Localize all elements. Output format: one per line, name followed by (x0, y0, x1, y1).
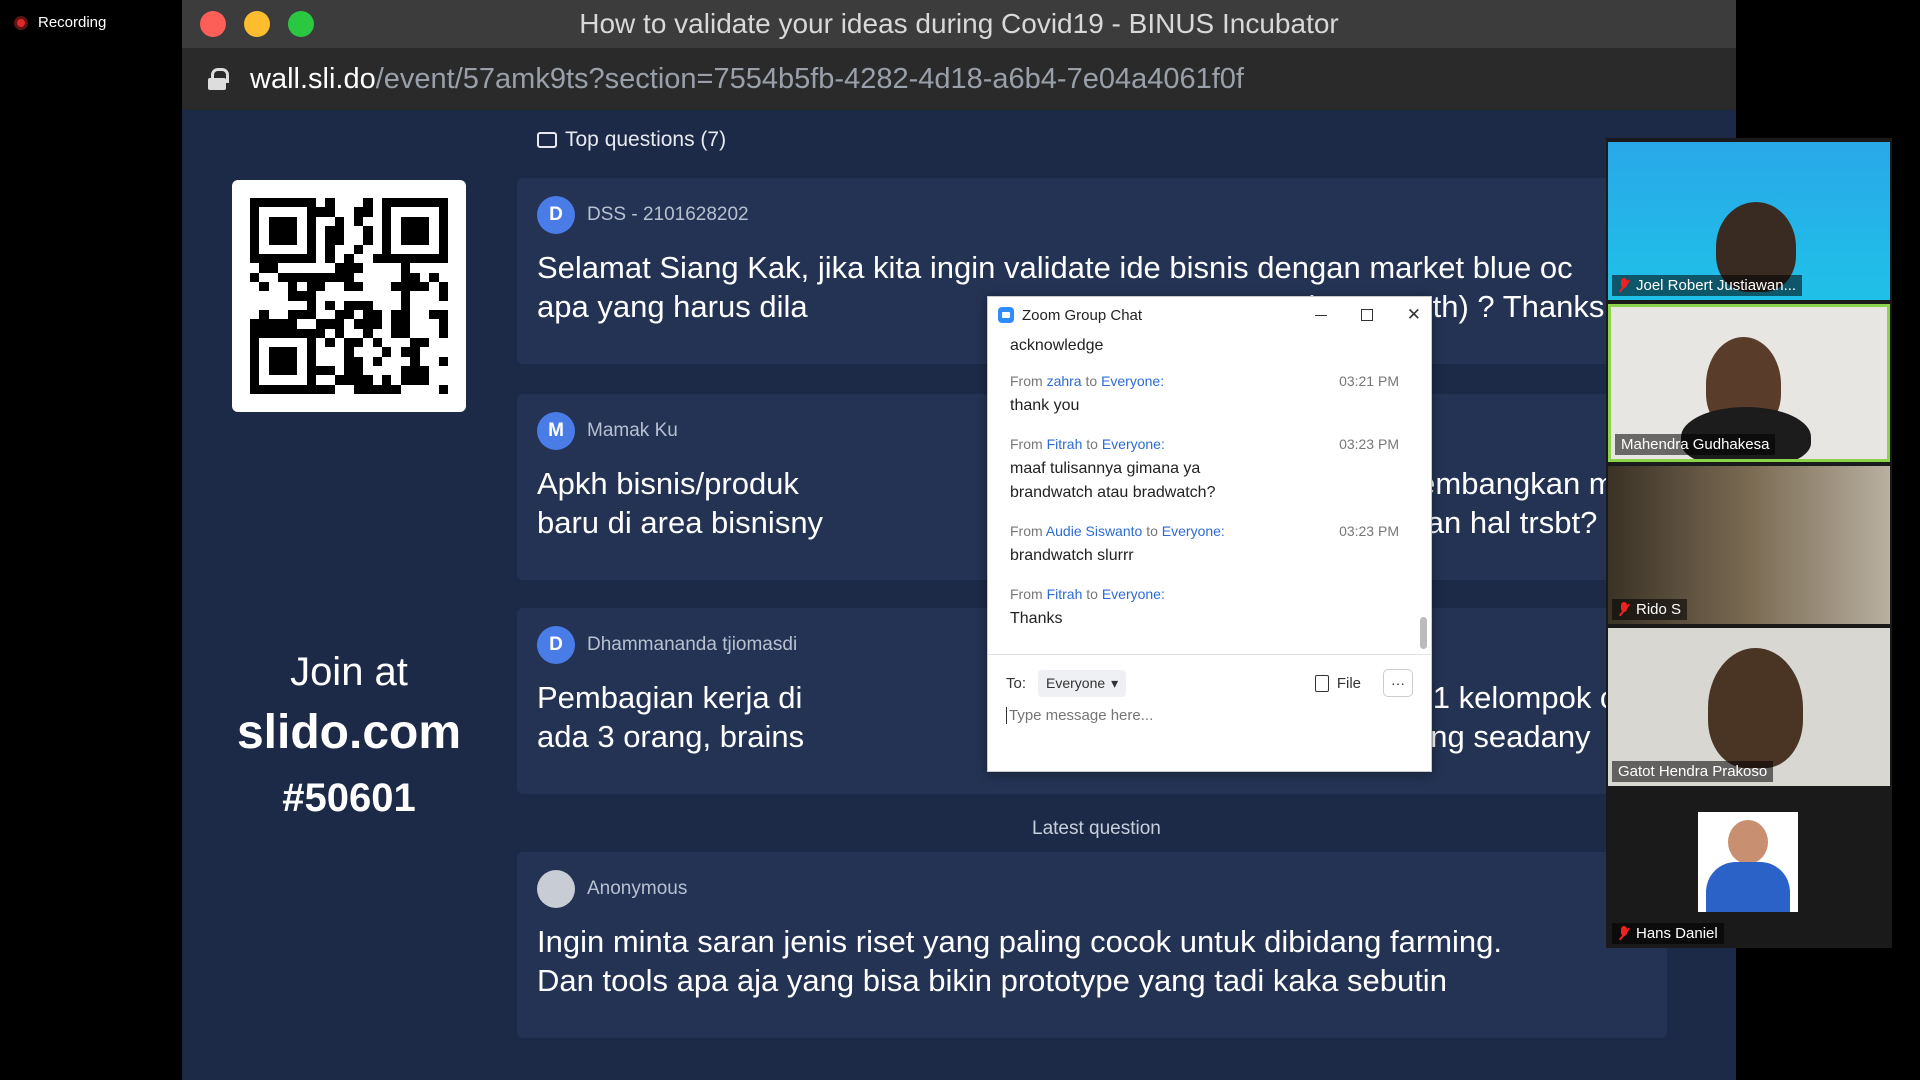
record-icon (14, 15, 28, 30)
recording-indicator[interactable]: Recording (14, 14, 106, 31)
qr-code (232, 180, 466, 412)
mic-muted-icon (1618, 278, 1630, 293)
zoom-logo-icon (998, 307, 1014, 323)
question-author: Anonymous (587, 878, 688, 899)
avatar: D (537, 626, 575, 664)
recipient-name[interactable]: Everyone: (1102, 436, 1165, 452)
participant-name: Joel Robert Justiawan... (1636, 277, 1797, 294)
message-text: maaf tulisannya gimana ya brandwatch ata… (1010, 460, 1216, 501)
chat-title: Zoom Group Chat (1022, 306, 1143, 324)
participant-name: Mahendra Gudhakesa (1621, 436, 1770, 453)
participant-tile[interactable]: Joel Robert Justiawan... (1608, 142, 1890, 300)
chevron-down-icon: ▾ (1111, 674, 1119, 691)
more-options-button[interactable]: ··· (1383, 669, 1413, 697)
maximize-icon[interactable] (1360, 309, 1373, 321)
avatar: D (537, 196, 575, 234)
recipient-row: To: Everyone ▾ File ··· (1006, 669, 1413, 697)
participant-name: Rido S (1636, 601, 1682, 618)
lock-icon (208, 68, 229, 90)
message-text: brandwatch slurrr (1010, 547, 1134, 564)
browser-title: How to validate your ideas during Covid1… (579, 8, 1339, 39)
sender-name[interactable]: Fitrah (1047, 586, 1083, 602)
join-info: Join at slido.com #50601 (212, 650, 486, 821)
recording-label: Recording (38, 14, 107, 31)
question-author: Mamak Ku (587, 420, 678, 441)
message-time: 03:23 PM (1339, 436, 1399, 452)
question-author: Dhammananda tjiomasdi (587, 634, 798, 655)
minimize-icon[interactable] (1314, 314, 1327, 316)
participant-name: Gatot Hendra Prakoso (1618, 763, 1768, 780)
browser-titlebar: How to validate your ideas during Covid1… (182, 0, 1736, 48)
latest-question-label: Latest question (1032, 818, 1161, 839)
participant-tile[interactable]: Gatot Hendra Prakoso (1608, 628, 1890, 786)
url-text[interactable]: wall.sli.do/event/57amk9ts?section=7554b… (250, 63, 1244, 96)
join-at-label: Join at (290, 650, 408, 694)
participant-tile-active-speaker[interactable]: Mahendra Gudhakesa (1608, 304, 1890, 462)
participant-video (1708, 648, 1803, 768)
file-button[interactable]: File (1314, 674, 1361, 692)
top-questions-label: Top questions (7) (565, 128, 727, 151)
chat-scrollbar[interactable] (1420, 617, 1427, 649)
address-bar[interactable]: wall.sli.do/event/57amk9ts?section=7554b… (182, 48, 1736, 110)
mic-muted-icon (1618, 602, 1630, 617)
chat-messages[interactable]: acknowledge From zahra to Everyone: 03:2… (988, 333, 1421, 651)
question-text: Ingin minta saran jenis riset yang palin… (537, 924, 1502, 998)
recipient-value: Everyone (1046, 675, 1106, 691)
avatar: M (537, 412, 575, 450)
recipient-dropdown[interactable]: Everyone ▾ (1038, 669, 1127, 697)
message-input[interactable] (1006, 707, 1406, 724)
chat-message: From zahra to Everyone: 03:21 PM thank y… (1010, 373, 1399, 418)
join-site: slido.com (236, 706, 462, 759)
participant-photo (1698, 812, 1798, 912)
participant-name: Hans Daniel (1636, 925, 1718, 942)
participant-tile[interactable]: Rido S (1608, 466, 1890, 624)
recipient-name[interactable]: Everyone: (1102, 586, 1165, 602)
sender-name[interactable]: zahra (1047, 373, 1082, 389)
to-label: To: (1006, 674, 1027, 692)
message-text: thank you (1010, 397, 1080, 414)
sender-name[interactable]: Audie Siswanto (1046, 523, 1143, 539)
message-text: acknowledge (1010, 337, 1104, 354)
file-icon (1314, 674, 1329, 692)
shared-screen: How to validate your ideas during Covid1… (182, 0, 1736, 1080)
chat-message: From Fitrah to Everyone: 03:23 PM maaf t… (1010, 436, 1399, 505)
event-code: #50601 (282, 776, 416, 820)
chat-titlebar[interactable]: Zoom Group Chat ✕ (988, 297, 1431, 333)
participant-tile[interactable]: Hans Daniel (1608, 790, 1890, 948)
anonymous-avatar-icon (537, 870, 575, 908)
recipient-name[interactable]: Everyone: (1101, 373, 1164, 389)
message-time: 03:23 PM (1339, 523, 1399, 539)
divider (988, 654, 1431, 655)
recipient-name[interactable]: Everyone: (1162, 523, 1225, 539)
chat-message: From Fitrah to Everyone: Thanks (1010, 586, 1399, 631)
participants-panel: Joel Robert Justiawan... Mahendra Gudhak… (1606, 138, 1892, 948)
chat-message: From Audie Siswanto to Everyone: 03:23 P… (1010, 523, 1399, 568)
questions-icon (537, 132, 557, 148)
latest-question-card: Anonymous Ingin minta saran jenis riset … (517, 852, 1667, 1038)
message-text: Thanks (1010, 610, 1063, 627)
zoom-chat-window[interactable]: Zoom Group Chat ✕ acknowledge From zahra… (987, 296, 1432, 772)
mic-muted-icon (1618, 926, 1630, 941)
sender-name[interactable]: Fitrah (1047, 436, 1083, 452)
question-author: DSS - 2101628202 (587, 204, 749, 225)
file-label: File (1336, 674, 1361, 692)
top-questions-header: Top questions (7) (537, 128, 726, 152)
message-time: 03:21 PM (1339, 373, 1399, 389)
close-icon[interactable]: ✕ (1407, 305, 1421, 325)
